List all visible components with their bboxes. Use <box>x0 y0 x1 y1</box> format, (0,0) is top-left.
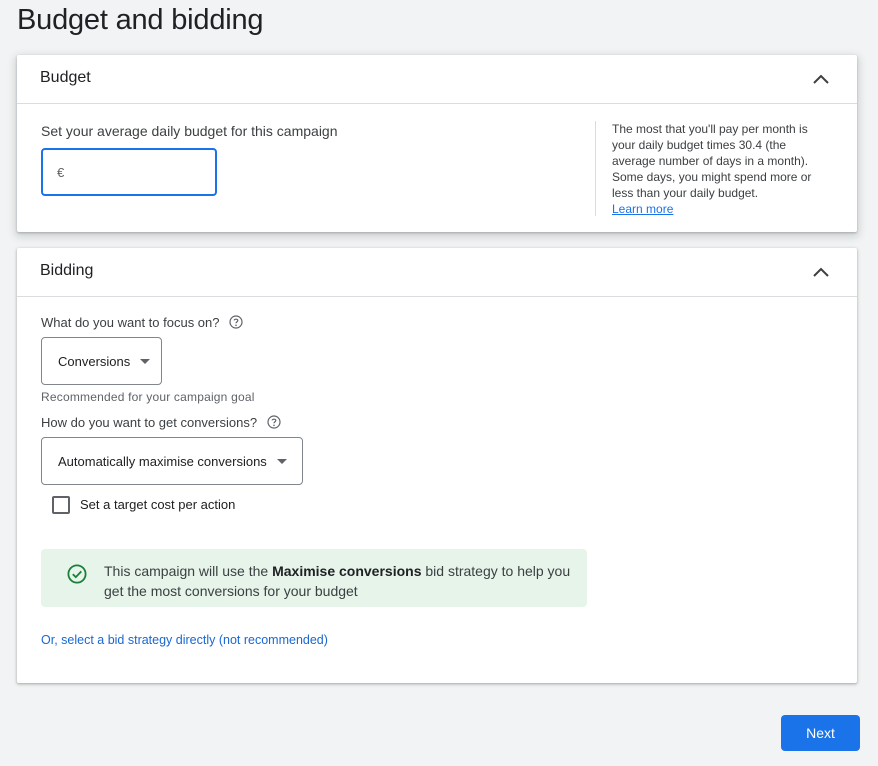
method-question: How do you want to get conversions? <box>41 415 258 430</box>
strategy-notice-text: This campaign will use the Maximise conv… <box>104 561 574 601</box>
next-button[interactable]: Next <box>781 715 860 751</box>
budget-side-note-text: The most that you'll pay per month is yo… <box>612 122 812 200</box>
bidding-card-header[interactable]: Bidding <box>17 248 857 297</box>
bidding-card-title: Bidding <box>40 262 94 279</box>
method-question-row: How do you want to get conversions? <box>41 415 281 430</box>
budget-card-header[interactable]: Budget <box>17 55 857 104</box>
chevron-up-icon[interactable] <box>811 69 831 89</box>
learn-more-link[interactable]: Learn more <box>612 201 825 217</box>
notice-prefix: This campaign will use the <box>104 563 273 579</box>
page-title: Budget and bidding <box>17 4 264 36</box>
chevron-up-icon[interactable] <box>811 262 831 282</box>
currency-symbol: € <box>57 164 65 180</box>
strategy-notice: This campaign will use the Maximise conv… <box>41 549 587 607</box>
budget-card-title: Budget <box>40 69 91 86</box>
conversion-method-value: Automatically maximise conversions <box>58 453 267 469</box>
daily-budget-field[interactable]: € <box>41 148 217 196</box>
focus-question: What do you want to focus on? <box>41 315 220 330</box>
select-bid-strategy-link[interactable]: Or, select a bid strategy directly (not … <box>41 633 328 647</box>
dropdown-arrow-icon <box>140 358 151 364</box>
focus-dropdown-value: Conversions <box>58 353 131 369</box>
focus-question-row: What do you want to focus on? <box>41 315 243 330</box>
dropdown-arrow-icon <box>276 458 287 464</box>
daily-budget-input[interactable] <box>70 164 201 180</box>
help-icon[interactable] <box>229 315 243 329</box>
target-cpa-label[interactable]: Set a target cost per action <box>80 497 235 512</box>
budget-prompt: Set your average daily budget for this c… <box>41 123 338 139</box>
budget-side-note: The most that you'll pay per month is yo… <box>595 121 825 216</box>
focus-dropdown[interactable]: Conversions <box>41 337 162 385</box>
bidding-card: Bidding What do you want to focus on? Co… <box>17 248 857 683</box>
check-circle-icon <box>67 564 87 584</box>
help-icon[interactable] <box>267 415 281 429</box>
conversion-method-dropdown[interactable]: Automatically maximise conversions <box>41 437 303 485</box>
notice-strategy-name: Maximise conversions <box>272 563 422 579</box>
budget-card: Budget Set your average daily budget for… <box>17 55 857 232</box>
target-cpa-checkbox[interactable] <box>52 496 70 514</box>
focus-hint: Recommended for your campaign goal <box>41 390 255 404</box>
